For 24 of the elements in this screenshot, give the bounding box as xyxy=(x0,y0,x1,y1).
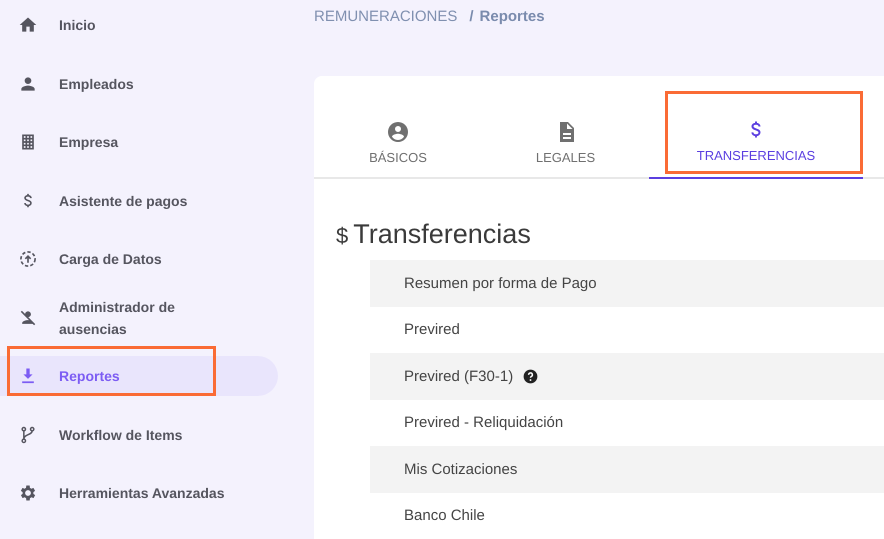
section-title: Transferencias xyxy=(353,219,531,250)
sidebar-item[interactable]: Reportes xyxy=(0,356,278,396)
sidebar-item[interactable]: Empleados xyxy=(0,64,278,104)
report-row[interactable]: Banco Chile xyxy=(370,492,884,539)
report-row[interactable]: Resumen por forma de Pago xyxy=(370,260,884,306)
report-row[interactable]: Previred - Reliquidación xyxy=(370,400,884,446)
sidebar-item[interactable]: Empresa xyxy=(0,122,278,162)
crumb-current: Reportes xyxy=(480,8,545,25)
sidebar-item[interactable]: Asistente de pagos xyxy=(0,180,278,220)
upload-icon xyxy=(18,249,38,269)
crumb-separator: / xyxy=(469,8,474,25)
report-row[interactable]: Previred xyxy=(370,306,884,353)
sidebar-item[interactable]: Workflow de Items xyxy=(0,414,278,454)
section-icon: $ xyxy=(336,223,348,249)
sidebar-item[interactable]: Inicio xyxy=(0,5,278,45)
tab[interactable]: LEGALES xyxy=(482,76,649,179)
sidebar-item[interactable]: Administrador de ausencias xyxy=(0,298,278,338)
report-row[interactable]: Mis Cotizaciones xyxy=(370,446,884,492)
settings-icon xyxy=(18,483,38,503)
sidebar-item[interactable]: Herramientas Avanzadas xyxy=(0,473,278,513)
tab[interactable]: BÁSICOS xyxy=(314,76,482,179)
report-row[interactable]: Previred (F30-1) xyxy=(370,353,884,400)
tab[interactable]: TRANSFERENCIAS xyxy=(649,76,863,179)
sidebar-item[interactable]: Carga de Datos xyxy=(0,239,278,279)
